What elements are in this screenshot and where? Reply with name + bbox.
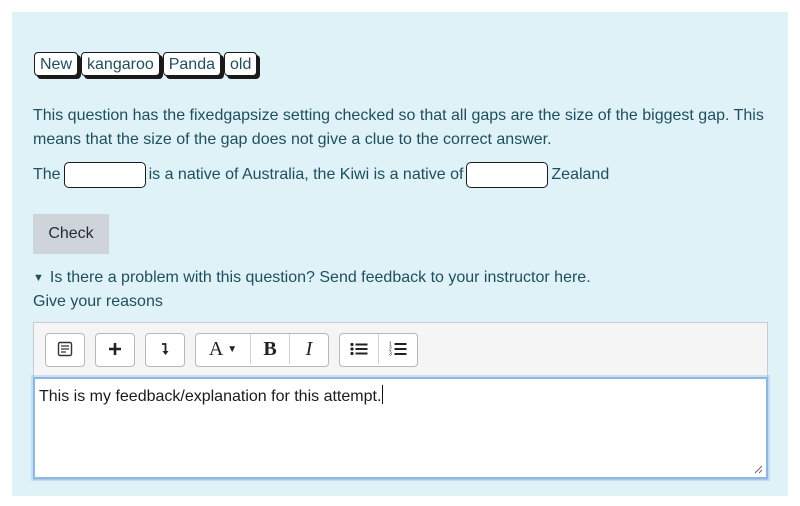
drag-item-kangaroo[interactable]: kangaroo: [81, 52, 160, 76]
feedback-textarea[interactable]: This is my feedback/explanation for this…: [33, 377, 768, 479]
sentence-part-2: is a native of Australia, the Kiwi is a …: [148, 166, 464, 183]
question-sentence: The is a native of Australia, the Kiwi i…: [33, 160, 609, 190]
bold-icon: B: [263, 337, 277, 360]
reasons-label: Give your reasons: [33, 293, 163, 310]
show-more-icon: [57, 341, 73, 357]
toolbar-group-insert: [95, 333, 135, 367]
sentence-part-3: Zealand: [551, 166, 610, 183]
resize-handle-icon[interactable]: [754, 465, 763, 474]
text-cursor: [382, 385, 384, 404]
unordered-list-icon: [350, 342, 368, 356]
plus-icon: [109, 343, 121, 355]
font-size-icon: A: [208, 337, 224, 360]
question-description: This question has the fixedgapsize setti…: [33, 107, 764, 148]
feedback-editor: A ▼ B I 1 2 3 This is my feedback/explan…: [33, 322, 768, 480]
ordered-list-button[interactable]: 1 2 3: [379, 334, 417, 364]
drag-item-old[interactable]: old: [224, 52, 258, 76]
toolbar-group-misc: [45, 333, 85, 367]
toolbar-group-move: [145, 333, 185, 367]
bold-button[interactable]: B: [251, 334, 290, 364]
feedback-summary-text: Is there a problem with this question? S…: [49, 269, 591, 286]
caret-down-icon: ▼: [227, 343, 238, 355]
insert-button[interactable]: [96, 334, 134, 364]
font-size-button[interactable]: A ▼: [196, 334, 251, 364]
svg-text:3: 3: [389, 352, 392, 358]
check-button[interactable]: Check: [33, 214, 109, 254]
drag-items-group: New kangaroo Panda old: [34, 52, 258, 76]
unordered-list-button[interactable]: [340, 334, 379, 364]
drop-gap-2[interactable]: [466, 162, 549, 188]
show-more-button[interactable]: [46, 334, 84, 364]
italic-icon: I: [305, 337, 313, 360]
triangle-down-icon: ▼: [33, 272, 44, 284]
question-panel: New kangaroo Panda old This question has…: [12, 12, 788, 496]
editor-toolbar: A ▼ B I 1 2 3: [45, 333, 418, 367]
drag-item-new[interactable]: New: [34, 52, 79, 76]
ordered-list-icon: 1 2 3: [389, 342, 407, 358]
toolbar-group-format: A ▼ B I: [195, 333, 329, 367]
feedback-text: This is my feedback/explanation for this…: [39, 388, 382, 405]
drag-item-panda[interactable]: Panda: [162, 52, 221, 76]
arrow-down-icon: [162, 343, 169, 355]
sentence-part-1: The: [33, 166, 61, 183]
feedback-summary[interactable]: ▼ Is there a problem with this question?…: [33, 268, 591, 288]
indent-button[interactable]: [146, 334, 184, 364]
italic-button[interactable]: I: [290, 334, 328, 364]
drop-gap-1[interactable]: [63, 162, 146, 188]
toolbar-group-lists: 1 2 3: [339, 333, 418, 367]
